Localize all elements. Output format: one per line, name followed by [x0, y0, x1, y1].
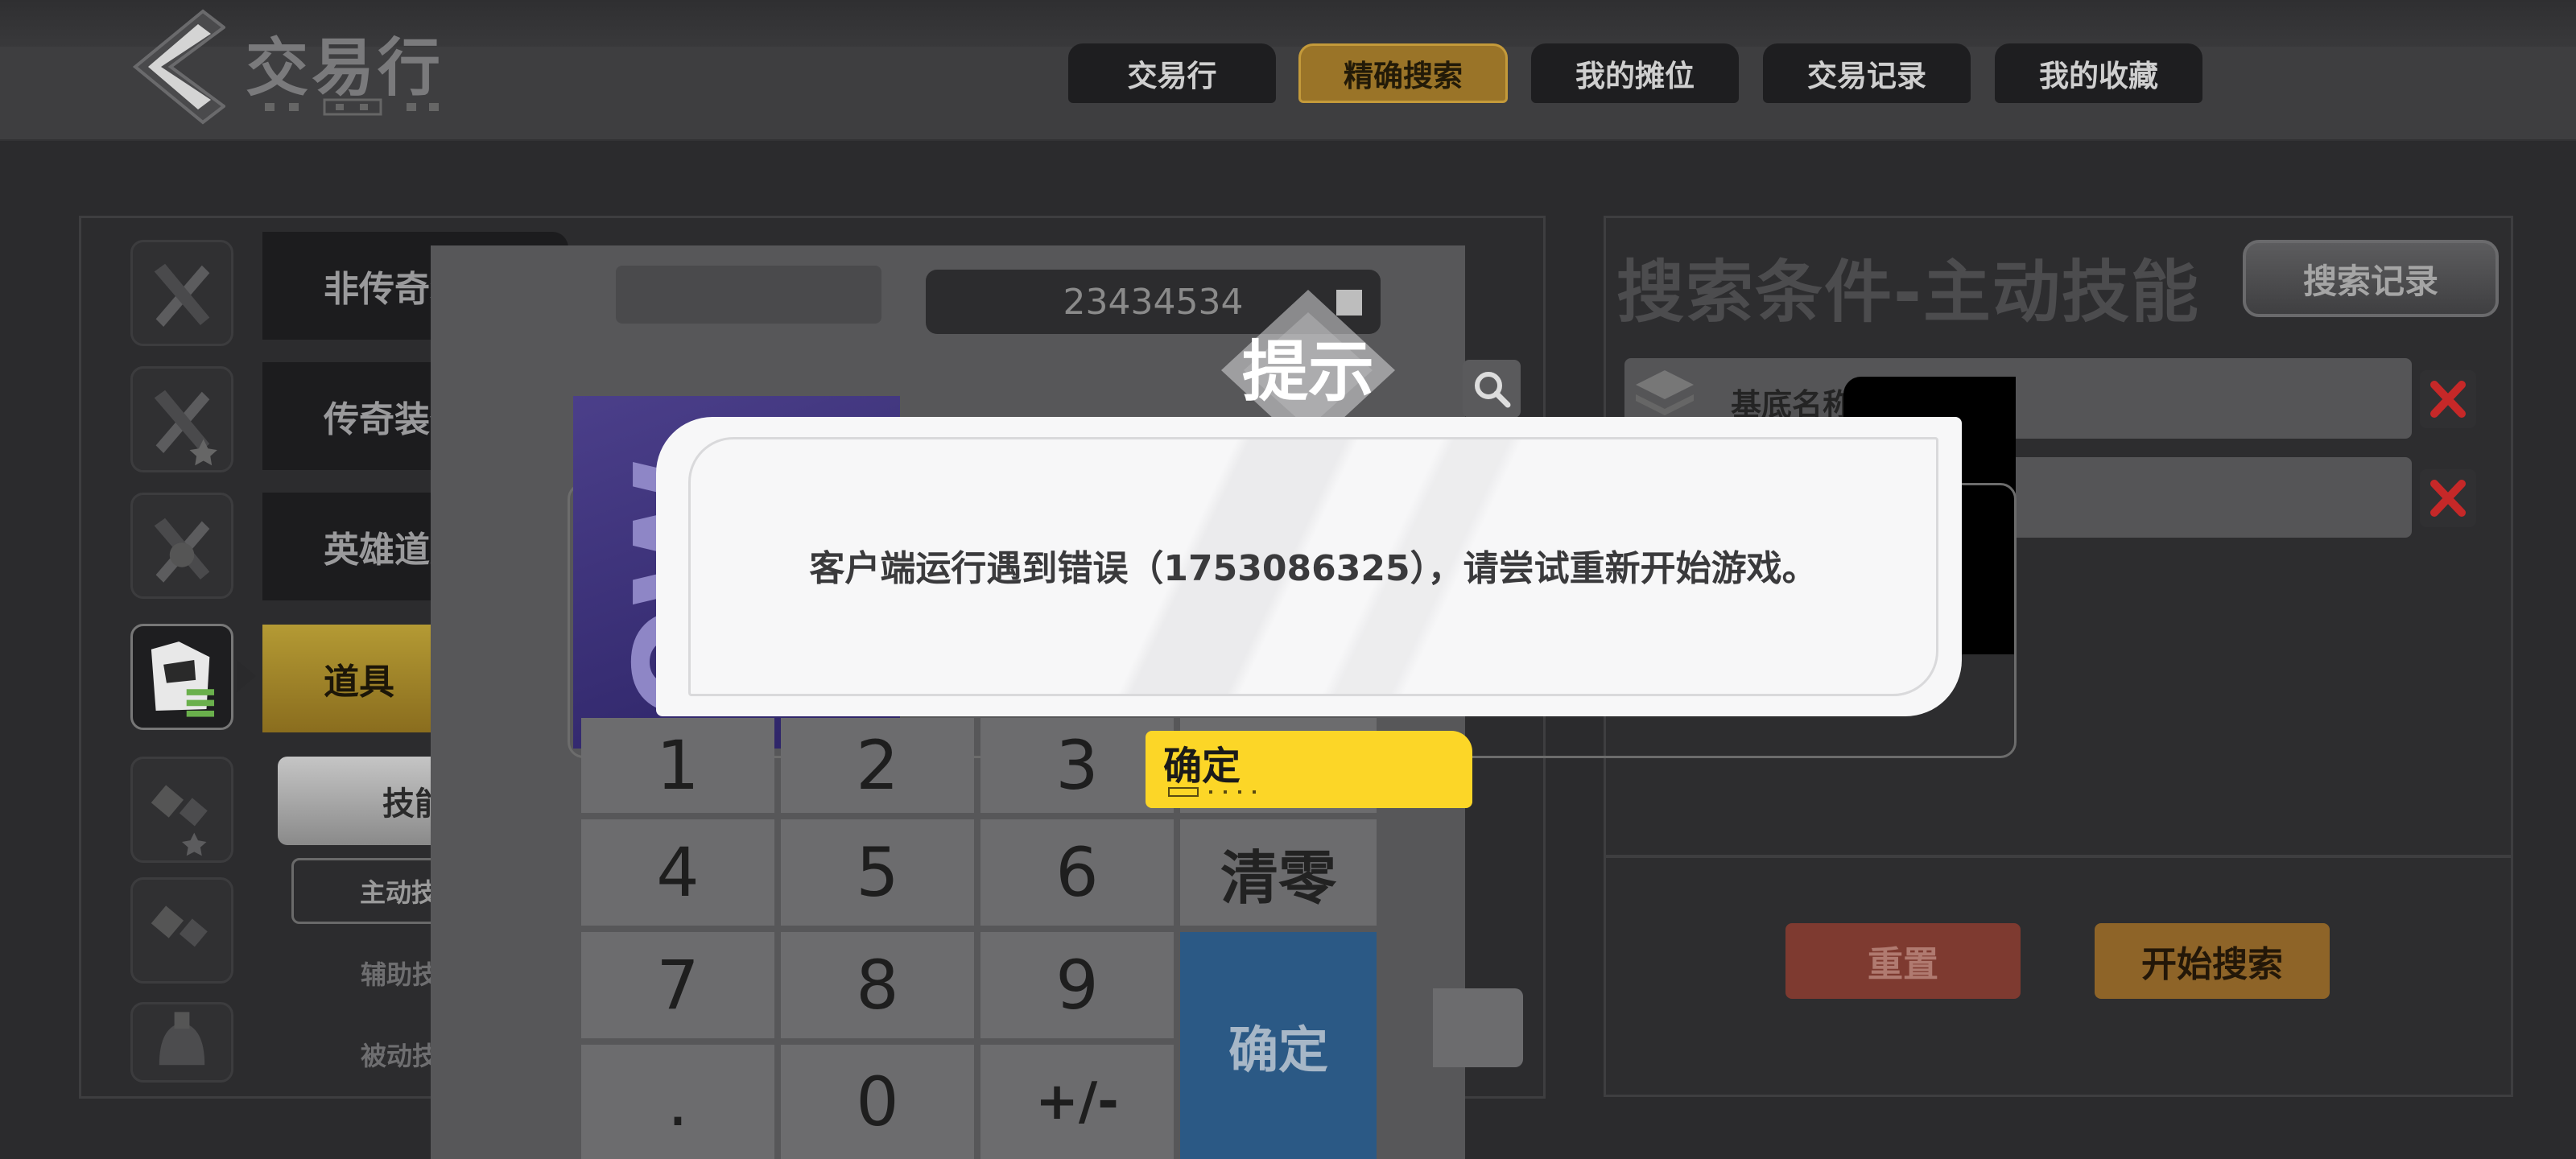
active-category-pointer [237, 660, 256, 692]
key-9[interactable]: 9 [980, 932, 1174, 1038]
item-bag-icon[interactable] [130, 624, 233, 730]
search-button[interactable] [1463, 360, 1521, 418]
key-decimal[interactable]: . [581, 1045, 774, 1159]
puzzle-icon[interactable] [130, 877, 233, 984]
key-8[interactable]: 8 [781, 932, 974, 1038]
crossed-blades-icon[interactable] [130, 240, 233, 346]
close-icon [2430, 381, 2466, 418]
key-confirm[interactable]: 确定 [1180, 932, 1377, 1159]
key-6[interactable]: 6 [980, 819, 1174, 926]
back-button[interactable] [129, 6, 227, 127]
key-2[interactable]: 2 [781, 718, 974, 813]
alert-confirm-ornament [1167, 786, 1272, 797]
hero-item-icon[interactable] [130, 493, 233, 599]
search-conditions-title: 搜索条件-主动技能 [1616, 253, 2200, 332]
page-title: 交易行 [246, 32, 444, 105]
reset-button[interactable]: 重置 [1785, 923, 2021, 999]
key-plus-minus[interactable]: +/- [980, 1045, 1174, 1159]
key-clear[interactable]: 清零 [1180, 819, 1377, 926]
keypad-label-slot [616, 266, 881, 324]
tab-precise-search[interactable]: 精确搜索 [1298, 43, 1508, 103]
tab-favorites[interactable]: 我的收藏 [1995, 43, 2202, 103]
bottom-field-end [1433, 988, 1523, 1067]
start-search-button[interactable]: 开始搜索 [2095, 923, 2330, 999]
clear-condition-2-button[interactable] [2420, 469, 2476, 527]
tab-trading[interactable]: 交易行 [1068, 43, 1276, 103]
tab-my-stall[interactable]: 我的摊位 [1531, 43, 1739, 103]
clear-base-name-button[interactable] [2420, 370, 2476, 428]
key-1[interactable]: 1 [581, 718, 774, 813]
puzzle-star-icon[interactable] [130, 757, 233, 863]
close-icon [2430, 480, 2466, 517]
title-ornament [262, 98, 443, 116]
chevron-left-icon [132, 9, 227, 125]
key-0[interactable]: 0 [781, 1045, 974, 1159]
panel-divider [1604, 855, 2513, 858]
key-5[interactable]: 5 [781, 819, 974, 926]
key-3[interactable]: 3 [980, 718, 1174, 813]
helmet-icon[interactable] [130, 1002, 233, 1083]
alert-title: 提示 [1241, 334, 1374, 410]
legendary-blades-icon[interactable] [130, 366, 233, 472]
key-7[interactable]: 7 [581, 932, 774, 1038]
alert-confirm-label: 确定 [1163, 744, 1241, 789]
tab-trade-history[interactable]: 交易记录 [1763, 43, 1971, 103]
alert-message: 客户端运行遇到错误（1753086325），请尝试重新开始游戏。 [809, 548, 1818, 589]
search-history-button[interactable]: 搜索记录 [2243, 240, 2499, 317]
search-icon [1475, 372, 1511, 408]
key-4[interactable]: 4 [581, 819, 774, 926]
